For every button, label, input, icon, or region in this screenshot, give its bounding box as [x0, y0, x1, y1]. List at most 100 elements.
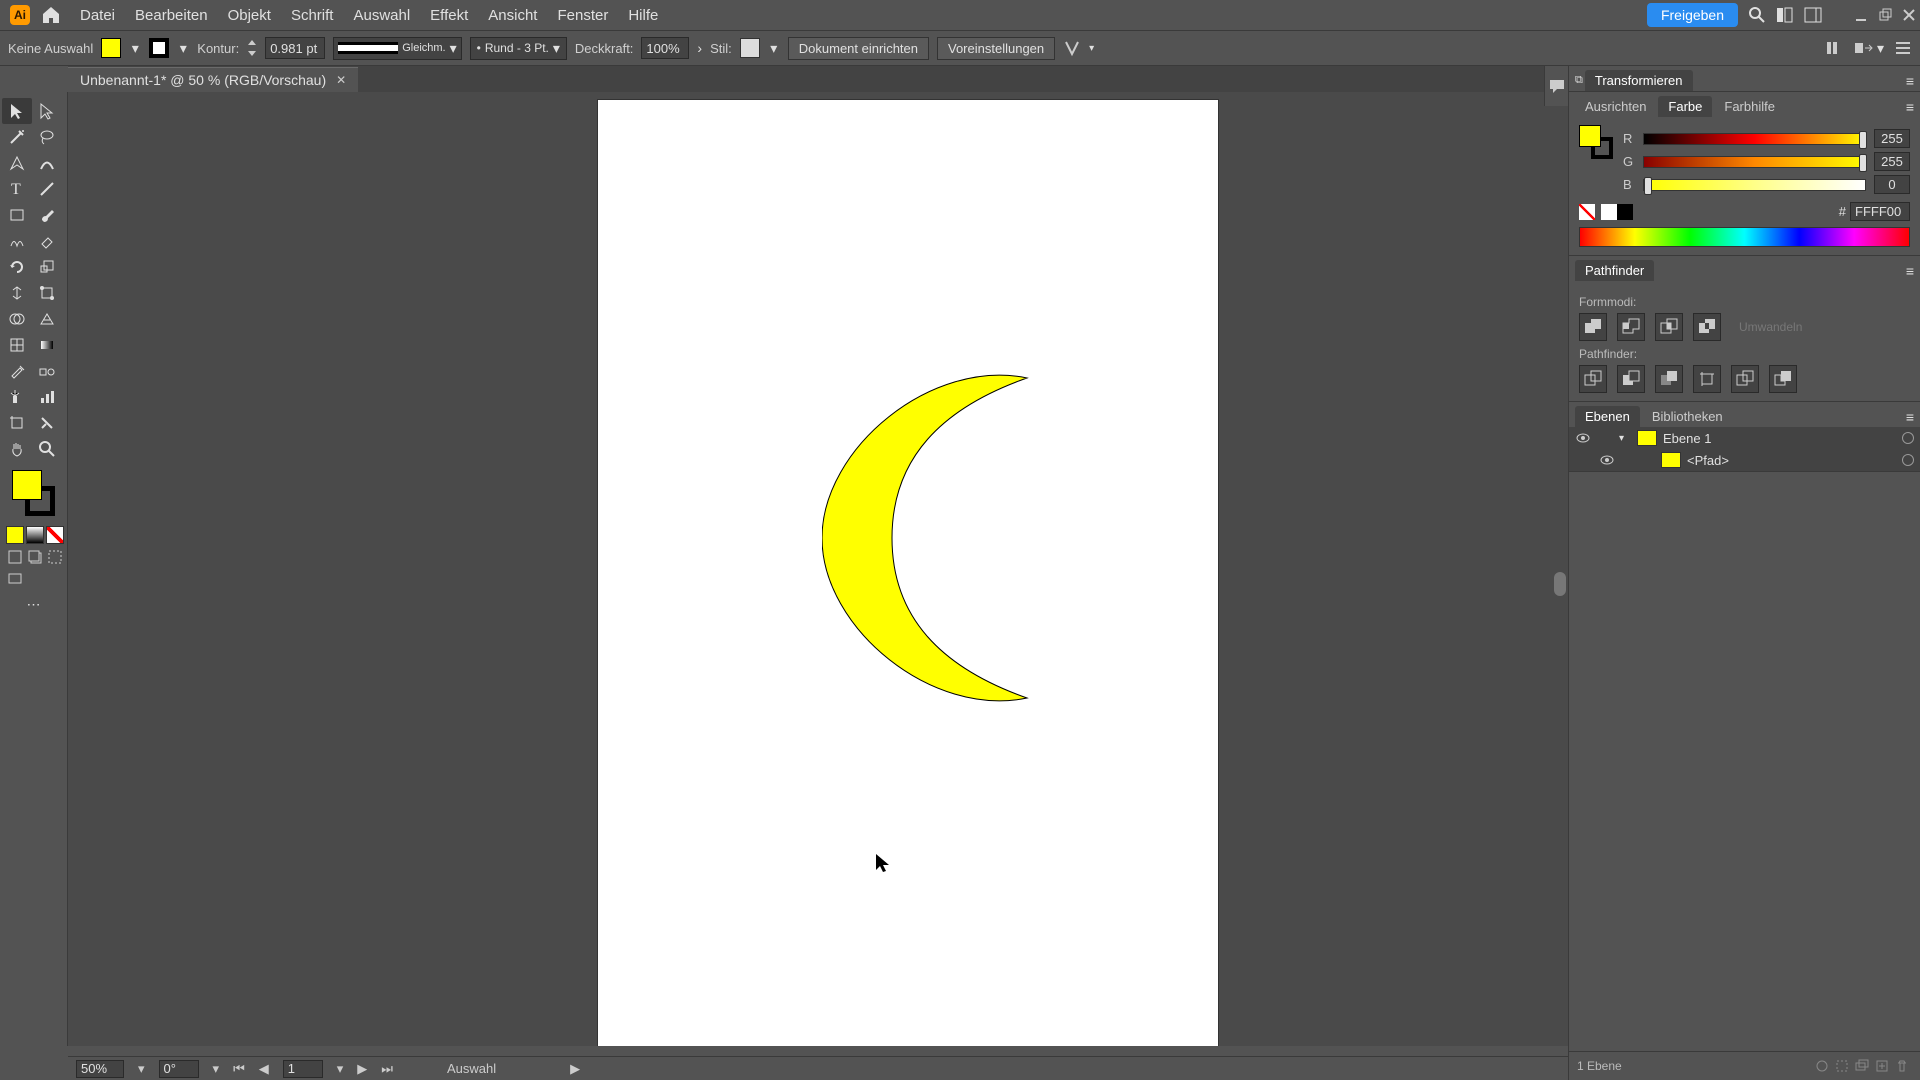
artboard-last-icon[interactable]: ⏭: [381, 1061, 393, 1077]
rotate-dropdown-icon[interactable]: ▾: [213, 1061, 220, 1077]
slice-tool[interactable]: [32, 410, 62, 436]
opacity-chevron-icon[interactable]: ›: [697, 40, 702, 56]
arrange-icon[interactable]: [1776, 6, 1794, 24]
style-dropdown-icon[interactable]: ▾: [768, 42, 780, 54]
selection-tool[interactable]: [2, 98, 32, 124]
restore-icon[interactable]: [1878, 8, 1892, 22]
menu-schrift[interactable]: Schrift: [281, 3, 344, 28]
curvature-tool[interactable]: [32, 150, 62, 176]
width-tool[interactable]: [2, 280, 32, 306]
home-icon[interactable]: [40, 6, 62, 24]
artboard-first-icon[interactable]: ⏮: [233, 1061, 245, 1077]
rotate-tool[interactable]: [2, 254, 32, 280]
unite-button[interactable]: [1579, 313, 1607, 341]
fill-stroke-indicator[interactable]: [12, 470, 55, 516]
blend-tool[interactable]: [32, 358, 62, 384]
zoom-tool[interactable]: [32, 436, 62, 462]
free-transform-tool[interactable]: [32, 280, 62, 306]
link-icon[interactable]: ⧉: [1575, 74, 1583, 87]
divide-button[interactable]: [1579, 365, 1607, 393]
trim-button[interactable]: [1617, 365, 1645, 393]
hand-tool[interactable]: [2, 436, 32, 462]
workspace-icon[interactable]: [1804, 6, 1822, 24]
visibility-icon[interactable]: [1599, 452, 1615, 468]
stroke-swatch[interactable]: [149, 38, 169, 58]
color-mode-icon[interactable]: [6, 526, 24, 544]
fill-color-icon[interactable]: [12, 470, 42, 500]
target-icon[interactable]: [1902, 454, 1914, 466]
opacity-input[interactable]: [641, 37, 689, 59]
color-tab[interactable]: Farbe: [1658, 96, 1712, 117]
symbol-sprayer-tool[interactable]: [2, 384, 32, 410]
colorguide-tab[interactable]: Farbhilfe: [1714, 96, 1785, 117]
libraries-tab[interactable]: Bibliotheken: [1642, 406, 1733, 427]
pathfinder-tab[interactable]: Pathfinder: [1575, 260, 1654, 281]
share-button[interactable]: Freigeben: [1647, 3, 1738, 27]
comments-dock-icon[interactable]: [1544, 66, 1568, 106]
menu-fenster[interactable]: Fenster: [547, 3, 618, 28]
crop-button[interactable]: [1693, 365, 1721, 393]
rectangle-tool[interactable]: [2, 202, 32, 228]
stroke-weight-input[interactable]: [265, 37, 325, 59]
preferences-button[interactable]: Voreinstellungen: [937, 37, 1055, 60]
g-slider[interactable]: [1643, 156, 1866, 168]
white-swatch-icon[interactable]: [1601, 204, 1617, 220]
make-clipping-icon[interactable]: [1832, 1056, 1852, 1076]
vertical-scrollbar[interactable]: [1552, 92, 1568, 1046]
target-icon[interactable]: [1902, 432, 1914, 444]
type-tool[interactable]: T: [2, 176, 32, 202]
minimize-icon[interactable]: [1854, 8, 1868, 22]
hex-input[interactable]: [1850, 202, 1910, 221]
minus-front-button[interactable]: [1617, 313, 1645, 341]
new-sublayer-icon[interactable]: [1852, 1056, 1872, 1076]
snap-dropdown-icon[interactable]: ▾: [1089, 43, 1094, 54]
menu-bearbeiten[interactable]: Bearbeiten: [125, 3, 218, 28]
intersect-button[interactable]: [1655, 313, 1683, 341]
magic-wand-tool[interactable]: [2, 124, 32, 150]
none-color-icon[interactable]: [1579, 204, 1595, 220]
artboard-prev-icon[interactable]: ◀: [259, 1061, 269, 1077]
layers-tab[interactable]: Ebenen: [1575, 406, 1640, 427]
b-value[interactable]: 0: [1874, 175, 1910, 194]
transform-menu-icon[interactable]: ≡: [1906, 73, 1914, 89]
gradient-mode-icon[interactable]: [26, 526, 44, 544]
graph-tool[interactable]: [32, 384, 62, 410]
artboard-number-input[interactable]: [283, 1060, 323, 1078]
sublayer-row[interactable]: <Pfad>: [1569, 449, 1920, 471]
draw-normal-icon[interactable]: [6, 548, 24, 566]
brush-dropdown[interactable]: • Rund - 3 Pt. ▾: [470, 37, 567, 60]
artboard[interactable]: [598, 100, 1218, 1046]
menu-effekt[interactable]: Effekt: [420, 3, 478, 28]
layers-menu-icon[interactable]: ≡: [1906, 409, 1914, 425]
locate-object-icon[interactable]: [1812, 1056, 1832, 1076]
document-tab[interactable]: Unbenannt-1* @ 50 % (RGB/Vorschau) ✕: [68, 67, 358, 92]
status-play-icon[interactable]: ▶: [570, 1061, 580, 1077]
artboard-tool[interactable]: [2, 410, 32, 436]
shaper-tool[interactable]: [2, 228, 32, 254]
scale-tool[interactable]: [32, 254, 62, 280]
stroke-dropdown-icon[interactable]: ▾: [177, 42, 189, 54]
rotate-input[interactable]: [159, 1060, 199, 1078]
close-window-icon[interactable]: [1902, 8, 1916, 22]
line-tool[interactable]: [32, 176, 62, 202]
eraser-tool[interactable]: [32, 228, 62, 254]
draw-inside-icon[interactable]: [46, 548, 64, 566]
r-value[interactable]: 255: [1874, 129, 1910, 148]
snap-icon[interactable]: [1063, 39, 1081, 57]
path-name[interactable]: <Pfad>: [1687, 453, 1729, 468]
black-swatch-icon[interactable]: [1617, 204, 1633, 220]
transform-tab[interactable]: Transformieren: [1585, 70, 1693, 91]
new-layer-icon[interactable]: [1872, 1056, 1892, 1076]
menu-datei[interactable]: Datei: [70, 3, 125, 28]
zoom-dropdown-icon[interactable]: ▾: [138, 1061, 145, 1077]
b-slider[interactable]: [1643, 179, 1866, 191]
lasso-tool[interactable]: [32, 124, 62, 150]
r-slider[interactable]: [1643, 133, 1866, 145]
close-tab-icon[interactable]: ✕: [336, 73, 346, 87]
eyedropper-tool[interactable]: [2, 358, 32, 384]
style-swatch[interactable]: [740, 38, 760, 58]
minus-back-button[interactable]: [1769, 365, 1797, 393]
exclude-button[interactable]: [1693, 313, 1721, 341]
stroke-profile-dropdown[interactable]: Gleichm. ▾: [333, 37, 461, 60]
perspective-tool[interactable]: [32, 306, 62, 332]
